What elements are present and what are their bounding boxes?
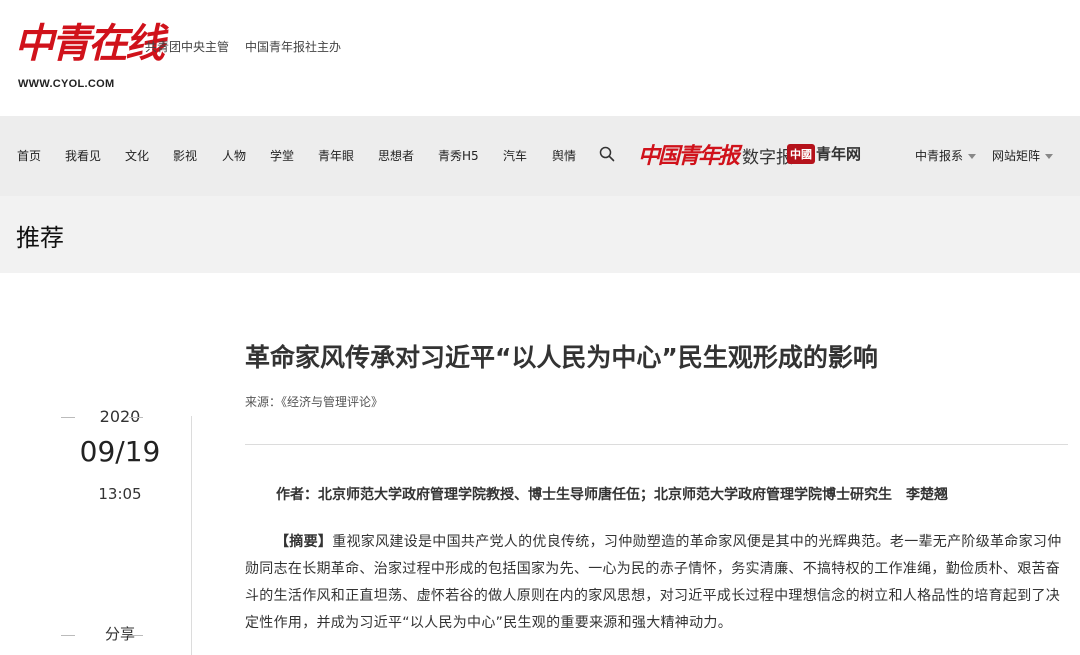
main-nav: 首页 我看见 文化 影视 人物 学堂 青年眼 思想者 青秀H5 汽车 舆情 中国… — [0, 116, 1080, 196]
site-header: 中青在线 WWW.CYOL.COM 共青团中央主管 中国青年报社主办 — [0, 0, 1080, 116]
site-logo-text: 中青在线 — [14, 20, 165, 67]
dropdown-site-matrix[interactable]: 网站矩阵 — [992, 147, 1054, 164]
dropdown-newspapers-label: 中青报系 — [915, 149, 964, 163]
publish-monthday: 09/19 — [79, 435, 161, 468]
chevron-down-icon — [1045, 154, 1054, 159]
publish-year: 2020 — [99, 407, 141, 426]
youth-net-link[interactable]: 中國 青年网 — [787, 143, 861, 164]
site-logo[interactable]: 中青在线 WWW.CYOL.COM — [14, 18, 165, 94]
article-source: 来源：《经济与管理评论》 — [245, 395, 384, 409]
date-column-divider — [191, 416, 192, 655]
article-title: 革命家风传承对习近平“以人民为中心”民生观形成的影响 — [245, 343, 878, 372]
site-logo-url: WWW.CYOL.COM — [18, 78, 115, 90]
sponsor-text-1: 共青团中央主管 — [145, 40, 230, 54]
year-row: 2020 — [55, 405, 185, 429]
nav-item-youth-eye[interactable]: 青年眼 — [318, 147, 354, 164]
youth-net-label: 青年网 — [816, 145, 862, 163]
nav-item-h5[interactable]: 青秀H5 — [438, 147, 479, 164]
article-abstract: 【摘要】重视家风建设是中国共产党人的优良传统，习仲勋塑造的革命家风便是其中的光辉… — [245, 529, 1070, 637]
dash-right — [129, 635, 143, 636]
chevron-down-icon — [968, 154, 977, 159]
nav-item-school[interactable]: 学堂 — [270, 147, 294, 164]
china-youth-daily-logo: 中国青年报 — [638, 143, 740, 169]
dropdown-newspapers[interactable]: 中青报系 — [915, 147, 977, 164]
nav-item-film[interactable]: 影视 — [173, 147, 197, 164]
section-header: 推荐 — [0, 196, 1080, 273]
nav-item-home[interactable]: 首页 — [17, 147, 41, 164]
nav-item-culture[interactable]: 文化 — [125, 147, 149, 164]
youth-net-badge: 中國 — [787, 143, 815, 164]
nav-item-thinker[interactable]: 思想者 — [378, 147, 414, 164]
nav-item-i-see[interactable]: 我看见 — [65, 147, 101, 164]
share-row: 分享 — [55, 623, 185, 647]
publish-time: 13:05 — [98, 485, 142, 503]
digital-paper-link[interactable]: 中国青年报 数字报 — [638, 138, 793, 170]
sponsor-text-2: 中国青年报社主办 — [245, 40, 342, 54]
dropdown-site-matrix-label: 网站矩阵 — [992, 149, 1041, 163]
digital-paper-label: 数字报 — [742, 148, 794, 168]
share-button[interactable]: 分享 — [55, 623, 185, 644]
abstract-label: 【摘要】 — [275, 534, 333, 550]
nav-item-auto[interactable]: 汽车 — [503, 147, 527, 164]
nav-item-opinion[interactable]: 舆情 — [552, 147, 576, 164]
dash-right — [129, 417, 143, 418]
article-author: 作者：北京师范大学政府管理学院教授、博士生导师唐任伍；北京师范大学政府管理学院博… — [276, 487, 948, 503]
search-icon[interactable] — [599, 146, 615, 162]
divider — [245, 444, 1068, 445]
abstract-text: 重视家风建设是中国共产党人的优良传统，习仲勋塑造的革命家风便是其中的光辉典范。老… — [245, 534, 1062, 631]
section-title: 推荐 — [16, 224, 64, 252]
nav-item-people[interactable]: 人物 — [222, 147, 246, 164]
